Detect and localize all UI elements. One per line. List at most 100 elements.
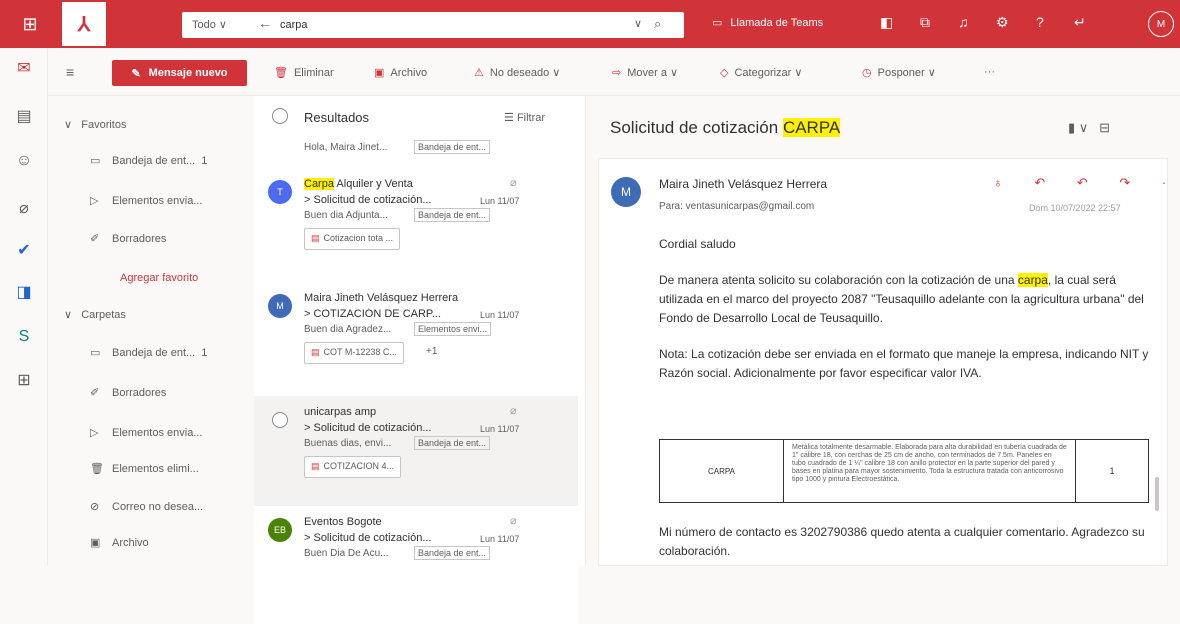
avatar: M (611, 177, 641, 207)
message-date: Lun 11/07 (480, 310, 520, 320)
email-subject: Solicitud de cotización CARPA (610, 118, 841, 137)
folder-item-deleted[interactable]: 🗑 Elementos elimi... (90, 462, 199, 475)
reading-pane: Solicitud de cotización CARPA ▮ ∨ ⊟ M Ma… (586, 96, 1180, 566)
message-preview: Buen dia Agradez... (304, 324, 392, 335)
partial-message-preview[interactable]: Hola, Maira Jinet... (304, 142, 387, 153)
more-attachments[interactable]: +1 (426, 346, 437, 357)
favorites-header[interactable]: ∨ Favoritos (64, 118, 126, 131)
list-item[interactable]: T Carpa Alquiler y Venta ⌀ > Solicitud d… (254, 168, 578, 286)
more-options-button[interactable]: ··· (984, 66, 995, 78)
select-checkbox[interactable] (272, 412, 288, 428)
filter-icon: ☰ (504, 112, 514, 124)
popout-icon[interactable]: ⊟ (1099, 120, 1110, 135)
attachment-chip[interactable]: ▤ COTIZACION 4... (304, 456, 402, 478)
snooze-button[interactable]: ◷ Posponer ∨ (862, 66, 936, 79)
select-all-checkbox[interactable] (272, 108, 288, 124)
paragraph-3: Mi número de contacto es 3202790386 qued… (659, 525, 1145, 558)
folder-tag: Elementos envi... (414, 322, 492, 336)
new-message-button[interactable]: ✎ Mensaje nuevo (112, 60, 247, 86)
message-date: Lun 11/07 (480, 196, 520, 206)
fav-item-sent[interactable]: ▷ Elementos envia... (90, 194, 203, 207)
reading-tools[interactable]: ▮ ∨ ⊟ (1068, 120, 1110, 136)
office-icon[interactable]: ◧ (880, 14, 893, 31)
video-call-icon: ▭ (712, 17, 723, 29)
email-card: M Maira Jineth Velásquez Herrera Para: v… (598, 158, 1180, 566)
reply-actions[interactable]: ♁ ↶ ↶ ↷ ··· (993, 175, 1180, 191)
sway-icon[interactable]: S (0, 328, 48, 346)
my-day-icon[interactable]: ⧉ (920, 14, 930, 31)
filter-button[interactable]: ☰ Filtrar (504, 111, 545, 124)
document-icon: ▤ (311, 461, 320, 471)
message-preview: Buen Dia De Acu... (304, 548, 389, 559)
folder-item-archive[interactable]: ▣ Archivo (90, 536, 149, 549)
help-icon[interactable]: ? (1036, 14, 1044, 30)
gear-icon[interactable]: ⚙ (996, 14, 1009, 31)
folder-tag: Bandeja de ent... (414, 436, 491, 450)
message-sender: Eventos Bogote (304, 516, 382, 528)
archive-button[interactable]: ▣ Archivo (374, 66, 427, 79)
trash-icon: 🗑 (90, 463, 104, 475)
tag-icon: ◇ (720, 67, 729, 79)
search-box[interactable]: Todo ∨ ← carpa ∨ ⌕ (182, 12, 684, 38)
search-icon[interactable]: ⌕ (654, 16, 661, 32)
drafts-icon: ✐ (90, 233, 100, 245)
message-list: Resultados ☰ Filtrar Hola, Maira Jinet..… (254, 96, 838, 624)
add-favorite-link[interactable]: Agregar favorito (120, 272, 198, 284)
message-date: Lun 11/07 (480, 534, 520, 544)
zoom-icon[interactable]: ▮ ∨ (1068, 120, 1088, 135)
hamburger-icon[interactable]: ≡ (66, 64, 74, 80)
app-launcher-icon[interactable]: ⊞ (0, 0, 60, 48)
people-icon[interactable]: ☺ (0, 152, 48, 170)
send-icon: ▷ (90, 195, 99, 207)
categorize-button[interactable]: ◇ Categorizar ∨ (720, 66, 802, 79)
folders-header[interactable]: ∨ Carpetas (64, 308, 126, 321)
recipient-line: Para: ventasunicarpas@gmail.com (659, 201, 815, 212)
chevron-down-icon[interactable]: ∨ (634, 17, 642, 30)
todo-icon[interactable]: ✔ (0, 240, 48, 260)
folder-item-sent[interactable]: ▷ Elementos envia... (90, 426, 203, 439)
avatar: T (268, 180, 292, 204)
search-input[interactable]: carpa (280, 19, 308, 31)
send-icon: ▷ (90, 427, 99, 439)
teams-call-button[interactable]: ▭ Llamada de Teams (712, 16, 823, 29)
feedback-icon[interactable]: ↵ (1074, 14, 1086, 31)
calendar-icon[interactable]: ▤ (0, 106, 48, 126)
junk-button[interactable]: ⚠ No deseado ∨ (474, 66, 560, 79)
mail-icon[interactable]: ✉ (0, 58, 48, 78)
fav-item-inbox[interactable]: ▭ Bandeja de ent... 1 (90, 154, 207, 167)
paperclip-icon: ⌀ (510, 405, 517, 417)
folder-item-inbox[interactable]: ▭ Bandeja de ent... 1 (90, 346, 207, 359)
avatar: M (268, 294, 292, 318)
move-button[interactable]: ⇨ Mover a ∨ (612, 66, 678, 79)
fav-item-drafts[interactable]: ✐ Borradores (90, 232, 166, 245)
bell-icon[interactable]: ♫ (958, 14, 969, 30)
paperclip-icon: ⌀ (510, 177, 517, 189)
message-preview: Buen dia Adjunta... (304, 210, 388, 221)
paragraph-1: De manera atenta solicito su colaboració… (659, 273, 1144, 325)
message-subject: > COTIZACIÓN DE CARP... (304, 308, 442, 320)
message-subject: > Solicitud de cotización... (304, 194, 432, 206)
folder-item-drafts[interactable]: ✐ Borradores (90, 386, 166, 399)
message-sender: unicarpas amp (304, 406, 377, 418)
top-bar: ⊞ ⅄ Todo ∨ ← carpa ∨ ⌕ ▭ Llamada de Teams… (0, 0, 1180, 48)
junk-icon: ⊘ (90, 501, 100, 513)
folder-pane: ∨ Favoritos ▭ Bandeja de ent... 1 ▷ Element… (48, 96, 254, 566)
sender-name[interactable]: Maira Jineth Velásquez Herrera (659, 177, 827, 191)
attachment-chip[interactable]: ▤ Cotizacion tota ... (304, 228, 401, 250)
search-scope-dropdown[interactable]: Todo ∨ (192, 18, 252, 31)
search-back-icon[interactable]: ← (258, 15, 272, 31)
attachment-icon[interactable]: ⌀ (0, 198, 48, 218)
avatar[interactable]: M (1148, 11, 1174, 37)
folder-item-junk[interactable]: ⊘ Correo no desea... (90, 500, 203, 513)
clock-icon: ◷ (862, 67, 872, 79)
list-item[interactable]: EB Eventos Bogote ⌀ > Solicitud de cotiz… (254, 506, 578, 624)
attachment-chip[interactable]: ▤ COT M-12238 C... (304, 342, 404, 364)
delete-button[interactable]: 🗑 Eliminar (274, 66, 334, 79)
list-item[interactable]: M Maira Jineth Velásquez Herrera > COTIZ… (254, 282, 578, 400)
apps-icon[interactable]: ⊞ (0, 370, 48, 390)
list-item[interactable]: unicarpas amp ⌀ > Solicitud de cotizació… (254, 396, 578, 514)
yammer-icon[interactable]: ◨ (0, 282, 48, 302)
reading-scrollbar[interactable] (1155, 477, 1159, 511)
warning-icon: ⚠ (474, 67, 484, 79)
message-date: Lun 11/07 (480, 424, 520, 434)
